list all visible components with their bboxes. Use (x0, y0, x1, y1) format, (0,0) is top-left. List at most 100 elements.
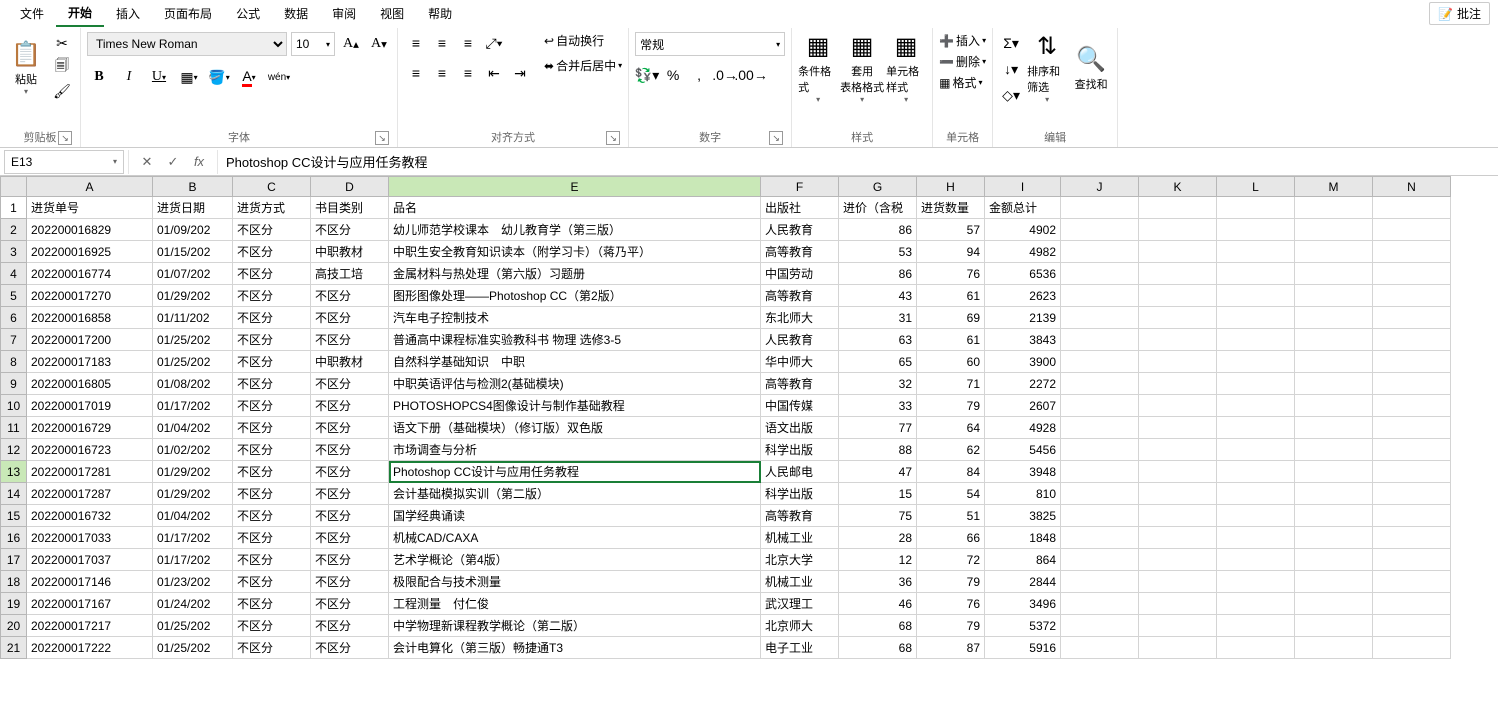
column-header[interactable]: F (761, 177, 839, 197)
cell[interactable]: 国学经典诵读 (389, 505, 761, 527)
cell[interactable]: 01/04/202 (153, 505, 233, 527)
cell[interactable]: 202200017281 (27, 461, 153, 483)
format-cells-button[interactable]: ▦格式▾ (939, 74, 986, 91)
cell[interactable] (1139, 505, 1217, 527)
cell[interactable] (1061, 219, 1139, 241)
cell[interactable]: 不区分 (233, 461, 311, 483)
cell[interactable]: 01/25/202 (153, 637, 233, 659)
cell[interactable]: 01/25/202 (153, 329, 233, 351)
cell[interactable] (1295, 351, 1373, 373)
cell[interactable]: 不区分 (233, 483, 311, 505)
cell[interactable]: 艺术学概论（第4版） (389, 549, 761, 571)
cell[interactable]: 202200017033 (27, 527, 153, 549)
border-button[interactable]: ▦▾ (177, 66, 201, 88)
cell[interactable] (1139, 549, 1217, 571)
cell[interactable] (1295, 395, 1373, 417)
cell[interactable]: 63 (839, 329, 917, 351)
cell[interactable]: 高等教育 (761, 241, 839, 263)
cell[interactable] (1217, 615, 1295, 637)
cell[interactable] (1217, 307, 1295, 329)
cell[interactable]: 4928 (985, 417, 1061, 439)
autosum-button[interactable]: Σ▾ (999, 32, 1023, 54)
number-format-select[interactable]: 常规▾ (635, 32, 785, 56)
cell[interactable]: 69 (917, 307, 985, 329)
cell[interactable]: 12 (839, 549, 917, 571)
cell[interactable]: 中职英语评估与检测2(基础模块) (389, 373, 761, 395)
cell[interactable] (1139, 439, 1217, 461)
row-header[interactable]: 19 (1, 593, 27, 615)
find-select-button[interactable]: 🔍 查找和 (1071, 32, 1111, 104)
cell[interactable] (1373, 417, 1451, 439)
cell[interactable] (1061, 439, 1139, 461)
cell[interactable] (1217, 285, 1295, 307)
cell[interactable] (1373, 351, 1451, 373)
percent-button[interactable]: % (661, 64, 685, 86)
row-header[interactable]: 20 (1, 615, 27, 637)
cell[interactable]: 人民教育 (761, 329, 839, 351)
cell[interactable]: 不区分 (233, 263, 311, 285)
spreadsheet-grid[interactable]: ABCDEFGHIJKLMN 1进货单号进货日期进货方式书目类别品名出版社进价（… (0, 176, 1451, 659)
menu-file[interactable]: 文件 (8, 1, 56, 26)
cell[interactable]: 4982 (985, 241, 1061, 263)
cell[interactable]: 01/25/202 (153, 351, 233, 373)
cell[interactable]: 202200017019 (27, 395, 153, 417)
cell[interactable]: 2844 (985, 571, 1061, 593)
cell[interactable]: 2272 (985, 373, 1061, 395)
cell[interactable]: 会计基础模拟实训（第二版） (389, 483, 761, 505)
cell[interactable] (1295, 461, 1373, 483)
cell[interactable]: 不区分 (233, 219, 311, 241)
cell[interactable] (1295, 593, 1373, 615)
cell[interactable]: 不区分 (233, 615, 311, 637)
cell[interactable]: 94 (917, 241, 985, 263)
cell[interactable]: 202200016774 (27, 263, 153, 285)
increase-font-button[interactable]: A▴ (339, 33, 363, 55)
cell[interactable] (1061, 197, 1139, 219)
column-header[interactable]: M (1295, 177, 1373, 197)
menu-home[interactable]: 开始 (56, 0, 104, 27)
cut-button[interactable]: ✂ (50, 32, 74, 54)
align-center-button[interactable]: ≡ (430, 62, 454, 84)
cell[interactable]: 高等教育 (761, 505, 839, 527)
cell[interactable]: 72 (917, 549, 985, 571)
row-header[interactable]: 15 (1, 505, 27, 527)
cell[interactable] (1061, 285, 1139, 307)
cell[interactable] (1295, 549, 1373, 571)
cell[interactable] (1217, 483, 1295, 505)
cell[interactable] (1373, 197, 1451, 219)
cell[interactable] (1373, 461, 1451, 483)
cell[interactable]: 202200016805 (27, 373, 153, 395)
cell[interactable]: 语文出版 (761, 417, 839, 439)
table-format-button[interactable]: ▦ 套用 表格格式 ▾ (842, 32, 882, 104)
fill-color-button[interactable]: 🪣▾ (207, 66, 231, 88)
cell[interactable]: 自然科学基础知识 中职 (389, 351, 761, 373)
cell[interactable]: 01/25/202 (153, 615, 233, 637)
cell[interactable]: 5916 (985, 637, 1061, 659)
cell[interactable] (1295, 307, 1373, 329)
font-family-select[interactable]: Times New Roman (87, 32, 287, 56)
cell[interactable] (1217, 549, 1295, 571)
cell[interactable]: 不区分 (311, 637, 389, 659)
cell[interactable]: 202200016732 (27, 505, 153, 527)
cell[interactable]: 武汉理工 (761, 593, 839, 615)
decrease-indent-button[interactable]: ⇤ (482, 62, 506, 84)
menu-formulas[interactable]: 公式 (224, 1, 272, 26)
cell[interactable]: 84 (917, 461, 985, 483)
cell[interactable]: 202200017200 (27, 329, 153, 351)
row-header[interactable]: 4 (1, 263, 27, 285)
cell[interactable]: 不区分 (311, 219, 389, 241)
cell[interactable]: 3843 (985, 329, 1061, 351)
cell[interactable]: 202200016729 (27, 417, 153, 439)
cell[interactable]: 幼儿师范学校课本 幼儿教育学（第三版） (389, 219, 761, 241)
cell[interactable]: 不区分 (311, 461, 389, 483)
cell[interactable]: 01/07/202 (153, 263, 233, 285)
number-launcher[interactable]: ↘ (769, 131, 783, 145)
cell[interactable]: 市场调查与分析 (389, 439, 761, 461)
cell[interactable] (1139, 615, 1217, 637)
cell[interactable]: 工程测量 付仁俊 (389, 593, 761, 615)
cell[interactable]: 机械CAD/CAXA (389, 527, 761, 549)
cell[interactable] (1295, 571, 1373, 593)
cell[interactable]: 中职教材 (311, 351, 389, 373)
cell[interactable]: 202200017167 (27, 593, 153, 615)
cell[interactable]: 不区分 (311, 483, 389, 505)
cell[interactable] (1139, 637, 1217, 659)
